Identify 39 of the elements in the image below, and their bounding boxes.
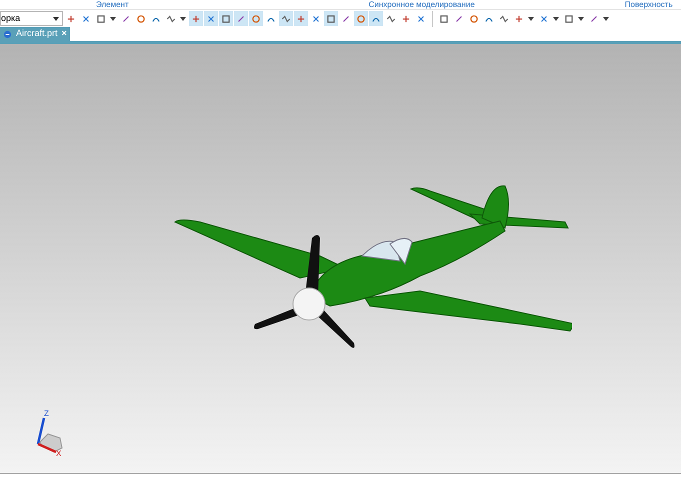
tool-icon [416,14,426,24]
tool-icon [96,14,106,24]
ribbon-group-label: Синхронное моделирование [368,0,475,9]
caret-icon[interactable] [180,16,186,20]
toolbar-button[interactable] [204,11,218,26]
x-axis-label: X [56,448,62,460]
toolbar-button[interactable] [234,11,248,26]
tool-icon [206,14,216,24]
toolbar-button[interactable] [324,11,338,26]
toolbar-button[interactable] [294,11,308,26]
tool-icon [539,14,549,24]
tool-icon [514,14,524,24]
tool-icon [66,14,76,24]
caret-icon[interactable] [553,16,559,20]
toolbar-button[interactable] [354,11,368,26]
caret-icon[interactable] [603,16,609,20]
tool-icon [296,14,306,24]
z-axis-label: Z [44,408,49,420]
tool-icon [589,14,599,24]
toolbar-button[interactable] [369,11,383,26]
caret-icon[interactable] [528,16,534,20]
ribbon-group-label: Поверхность [624,0,673,9]
part-icon [3,30,12,38]
toolbar-button[interactable] [249,11,263,26]
caret-icon[interactable] [53,16,59,20]
tool-icon [81,14,91,24]
tool-icon [564,14,574,24]
document-tab[interactable]: Aircraft.prt × [0,27,70,41]
toolbar-button[interactable] [189,11,203,26]
tool-icon [311,14,321,24]
caret-icon[interactable] [110,16,116,20]
selection-filter-dropdown[interactable]: орка [0,11,63,26]
tool-icon [401,14,411,24]
caret-icon[interactable] [578,16,584,20]
tool-icon [191,14,201,24]
close-tab-button[interactable]: × [62,27,67,41]
ribbon-group-label: Элемент [96,0,129,9]
toolbar-button[interactable] [219,11,233,26]
toolbar-button[interactable] [279,11,293,26]
